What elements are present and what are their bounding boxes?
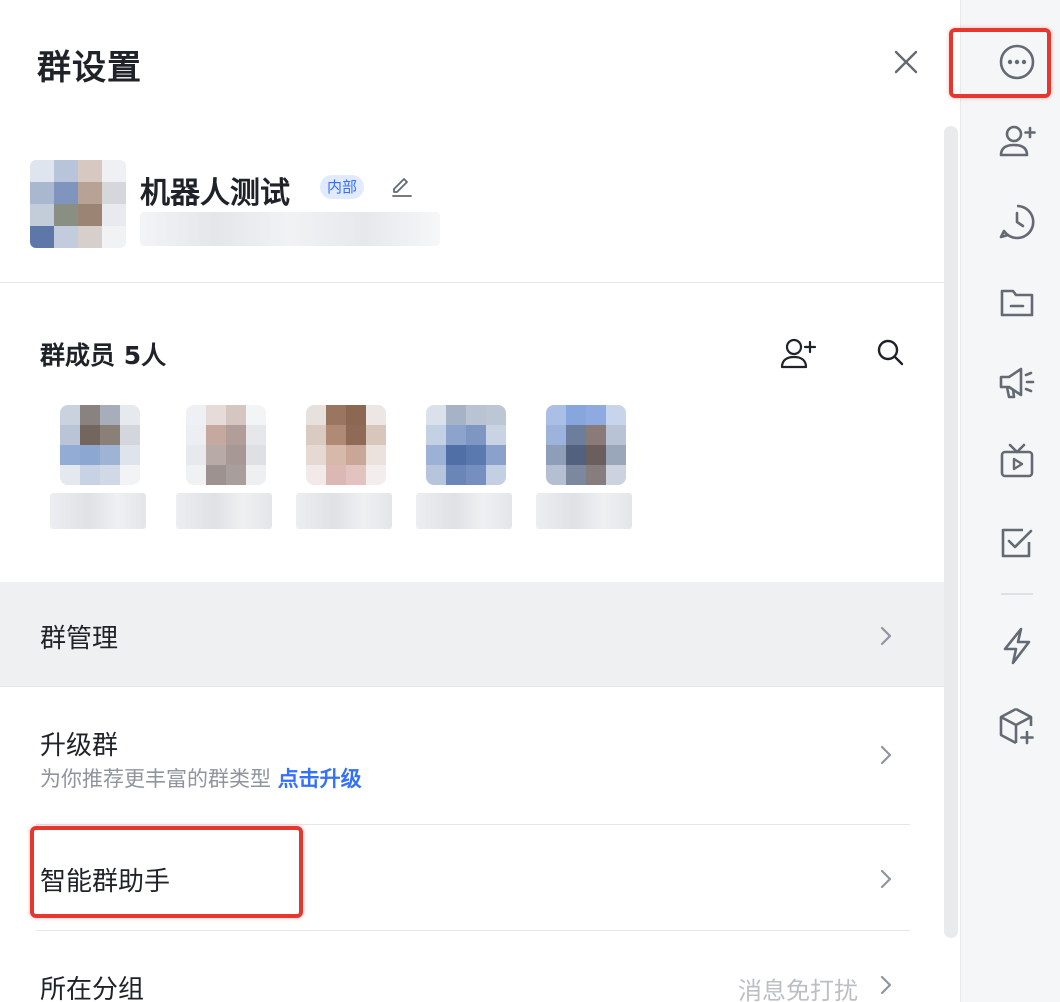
upgrade-group-description: 为你推荐更丰富的群类型 点击升级 [40, 763, 362, 793]
files-button[interactable] [995, 280, 1039, 324]
app-box-add-icon [999, 707, 1034, 745]
group-manage-label: 群管理 [40, 624, 119, 654]
upgrade-link[interactable]: 点击升级 [278, 767, 362, 791]
section-divider [0, 282, 946, 283]
page-title: 群设置 [37, 48, 142, 88]
member-item[interactable] [416, 405, 516, 530]
history-clock-icon [999, 204, 1035, 240]
smart-assistant-row[interactable]: 智能群助手 [0, 825, 946, 930]
member-item[interactable] [50, 405, 150, 530]
group-description-blurred [140, 212, 440, 246]
group-folder-row[interactable]: 所在分组 消息免打扰 [0, 931, 946, 1002]
group-name: 机器人测试 [140, 176, 290, 211]
close-button[interactable] [888, 44, 924, 80]
upgrade-group-row[interactable]: 升级群 为你推荐更丰富的群类型 点击升级 [0, 687, 946, 823]
toolbar-separator [1001, 593, 1033, 595]
member-item[interactable] [296, 405, 396, 530]
announcement-icon [999, 367, 1035, 399]
avatar [186, 405, 266, 485]
member-name-blurred [50, 493, 146, 529]
add-member-icon [780, 338, 817, 369]
more-button[interactable] [995, 40, 1039, 84]
avatar [60, 405, 140, 485]
add-member-toolbar-button[interactable] [995, 120, 1039, 164]
add-app-button[interactable] [995, 704, 1039, 748]
chevron-right-icon [876, 743, 896, 767]
add-member-button[interactable] [778, 336, 818, 372]
chevron-right-icon [876, 973, 896, 997]
avatar [426, 405, 506, 485]
members-title: 群成员 5人 [40, 341, 167, 370]
member-name-blurred [416, 493, 512, 529]
shortcut-button[interactable] [995, 624, 1039, 668]
group-folder-value: 消息免打扰 [738, 977, 858, 1002]
add-member-icon [999, 125, 1036, 157]
group-info-header: 机器人测试 内部 [0, 120, 946, 282]
lightning-icon [1003, 627, 1031, 665]
group-folder-label: 所在分组 [40, 975, 145, 1002]
close-icon [894, 50, 918, 74]
tasks-button[interactable] [995, 520, 1039, 564]
member-name-blurred [536, 493, 632, 529]
chevron-right-icon [876, 624, 896, 648]
group-avatar[interactable] [30, 160, 126, 248]
more-icon [999, 44, 1035, 80]
scrollbar[interactable] [944, 126, 958, 938]
folder-icon [1000, 289, 1034, 317]
smart-assistant-label: 智能群助手 [40, 867, 171, 897]
chat-history-button[interactable] [995, 200, 1039, 244]
search-member-button[interactable] [874, 336, 906, 368]
avatar [546, 405, 626, 485]
live-tv-icon [1000, 443, 1034, 478]
member-name-blurred [176, 493, 272, 529]
internal-tag: 内部 [320, 175, 365, 199]
group-settings-window: 群设置 机器人测试 内部 群成员 5人 群管理 升级群 为你推荐更丰富的群类型 … [0, 0, 1060, 1002]
member-name-blurred [296, 493, 392, 529]
member-item[interactable] [176, 405, 276, 530]
live-button[interactable] [995, 440, 1039, 484]
upgrade-group-label: 升级群 [40, 731, 119, 761]
right-toolbar [949, 0, 1060, 1002]
member-item[interactable] [536, 405, 636, 530]
announcement-button[interactable] [995, 360, 1039, 404]
avatar [306, 405, 386, 485]
search-icon [877, 339, 904, 366]
group-manage-row[interactable]: 群管理 [0, 582, 946, 686]
upgrade-group-sub: 为你推荐更丰富的群类型 [40, 767, 271, 791]
group-settings-panel: 群设置 机器人测试 内部 群成员 5人 群管理 升级群 为你推荐更丰富的群类型 … [0, 0, 946, 1002]
edit-group-name-button[interactable] [388, 172, 416, 200]
todo-check-icon [1001, 528, 1033, 558]
edit-pencil-icon [392, 178, 412, 197]
chevron-right-icon [876, 867, 896, 891]
